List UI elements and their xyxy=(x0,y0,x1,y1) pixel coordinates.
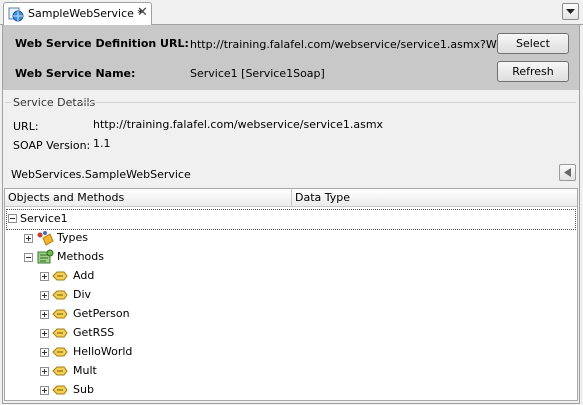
method-item[interactable]: Div xyxy=(40,286,340,305)
method-label: GetPerson xyxy=(73,307,130,320)
method-icon xyxy=(52,383,68,400)
expand-toggle-icon[interactable] xyxy=(40,291,49,300)
tree-header: Objects and Methods Data Type xyxy=(5,189,577,207)
details-url-value: http://training.falafel.com/webservice/s… xyxy=(93,118,384,131)
types-label: Types xyxy=(57,231,88,244)
method-icon xyxy=(52,345,68,362)
web-service-icon xyxy=(8,6,24,22)
types-icon xyxy=(36,230,54,249)
method-icon xyxy=(52,326,68,343)
close-tab-icon[interactable]: ✕ xyxy=(137,5,148,21)
expand-toggle-icon[interactable] xyxy=(40,310,49,319)
method-icon xyxy=(52,269,68,286)
method-label: Add xyxy=(73,269,95,282)
chevron-down-icon xyxy=(566,9,575,14)
method-icon xyxy=(52,288,68,305)
tab-samplewebservice[interactable]: SampleWebService * ✕ xyxy=(3,2,152,25)
methods-label: Methods xyxy=(57,250,104,263)
method-label: Sub xyxy=(73,383,94,396)
method-item[interactable]: HelloWorld xyxy=(40,343,340,362)
details-url-label: URL: xyxy=(13,120,39,133)
method-icon xyxy=(52,364,68,381)
select-button-label: Select xyxy=(516,37,550,50)
tab-title: SampleWebService * xyxy=(28,7,143,20)
method-item[interactable]: Sub xyxy=(40,381,340,400)
method-label: HelloWorld xyxy=(73,345,133,358)
method-label: GetRSS xyxy=(73,326,115,339)
tree-row-service1[interactable]: Service1 xyxy=(6,209,576,230)
column-objects-and-methods[interactable]: Objects and Methods xyxy=(8,191,124,204)
method-item[interactable]: Mult xyxy=(40,362,340,381)
method-icon xyxy=(52,307,68,324)
collapse-panel-button[interactable] xyxy=(559,164,576,181)
expand-toggle-icon[interactable] xyxy=(40,367,49,376)
definition-url-label: Web Service Definition URL: xyxy=(15,37,189,50)
method-label: Mult xyxy=(73,364,97,377)
refresh-button[interactable]: Refresh xyxy=(497,61,569,82)
definition-url-value: http://training.falafel.com/webservice/s… xyxy=(190,38,519,51)
expand-toggle-icon[interactable] xyxy=(24,234,33,243)
details-group-line-left xyxy=(5,102,11,103)
tree-row-methods[interactable]: Methods xyxy=(24,248,324,267)
service-namespace-label: WebServices.SampleWebService xyxy=(11,168,191,181)
triangle-left-icon xyxy=(564,168,571,177)
refresh-button-label: Refresh xyxy=(512,65,554,78)
expand-toggle-icon[interactable] xyxy=(40,272,49,281)
collapse-toggle-icon[interactable] xyxy=(24,253,33,262)
collapse-toggle-icon[interactable] xyxy=(8,214,17,223)
methods-icon xyxy=(36,249,54,268)
column-data-type[interactable]: Data Type xyxy=(295,191,350,204)
method-item[interactable]: GetRSS xyxy=(40,324,340,343)
service-name-label: Web Service Name: xyxy=(15,67,136,80)
method-item[interactable]: GetPerson xyxy=(40,305,340,324)
service-name-value: Service1 [Service1Soap] xyxy=(190,67,325,80)
objects-methods-tree[interactable]: Objects and Methods Data Type Service1 T… xyxy=(4,188,578,401)
column-separator[interactable] xyxy=(291,189,292,206)
soap-version-value: 1.1 xyxy=(93,137,111,150)
tree-root-label: Service1 xyxy=(20,212,68,225)
details-group-line xyxy=(81,102,576,103)
tab-list-dropdown-button[interactable] xyxy=(562,3,579,20)
expand-toggle-icon[interactable] xyxy=(40,329,49,338)
web-service-header-panel: Web Service Definition URL: http://train… xyxy=(3,25,579,90)
method-label: Div xyxy=(73,288,92,301)
method-item[interactable]: Add xyxy=(40,267,340,286)
select-button[interactable]: Select xyxy=(497,33,569,54)
editor-frame: Web Service Definition URL: http://train… xyxy=(2,25,580,404)
tree-row-types[interactable]: Types xyxy=(24,229,324,248)
document-tab-strip: SampleWebService * ✕ xyxy=(0,0,583,25)
soap-version-label: SOAP Version: xyxy=(13,139,91,152)
expand-toggle-icon[interactable] xyxy=(40,348,49,357)
expand-toggle-icon[interactable] xyxy=(40,386,49,395)
